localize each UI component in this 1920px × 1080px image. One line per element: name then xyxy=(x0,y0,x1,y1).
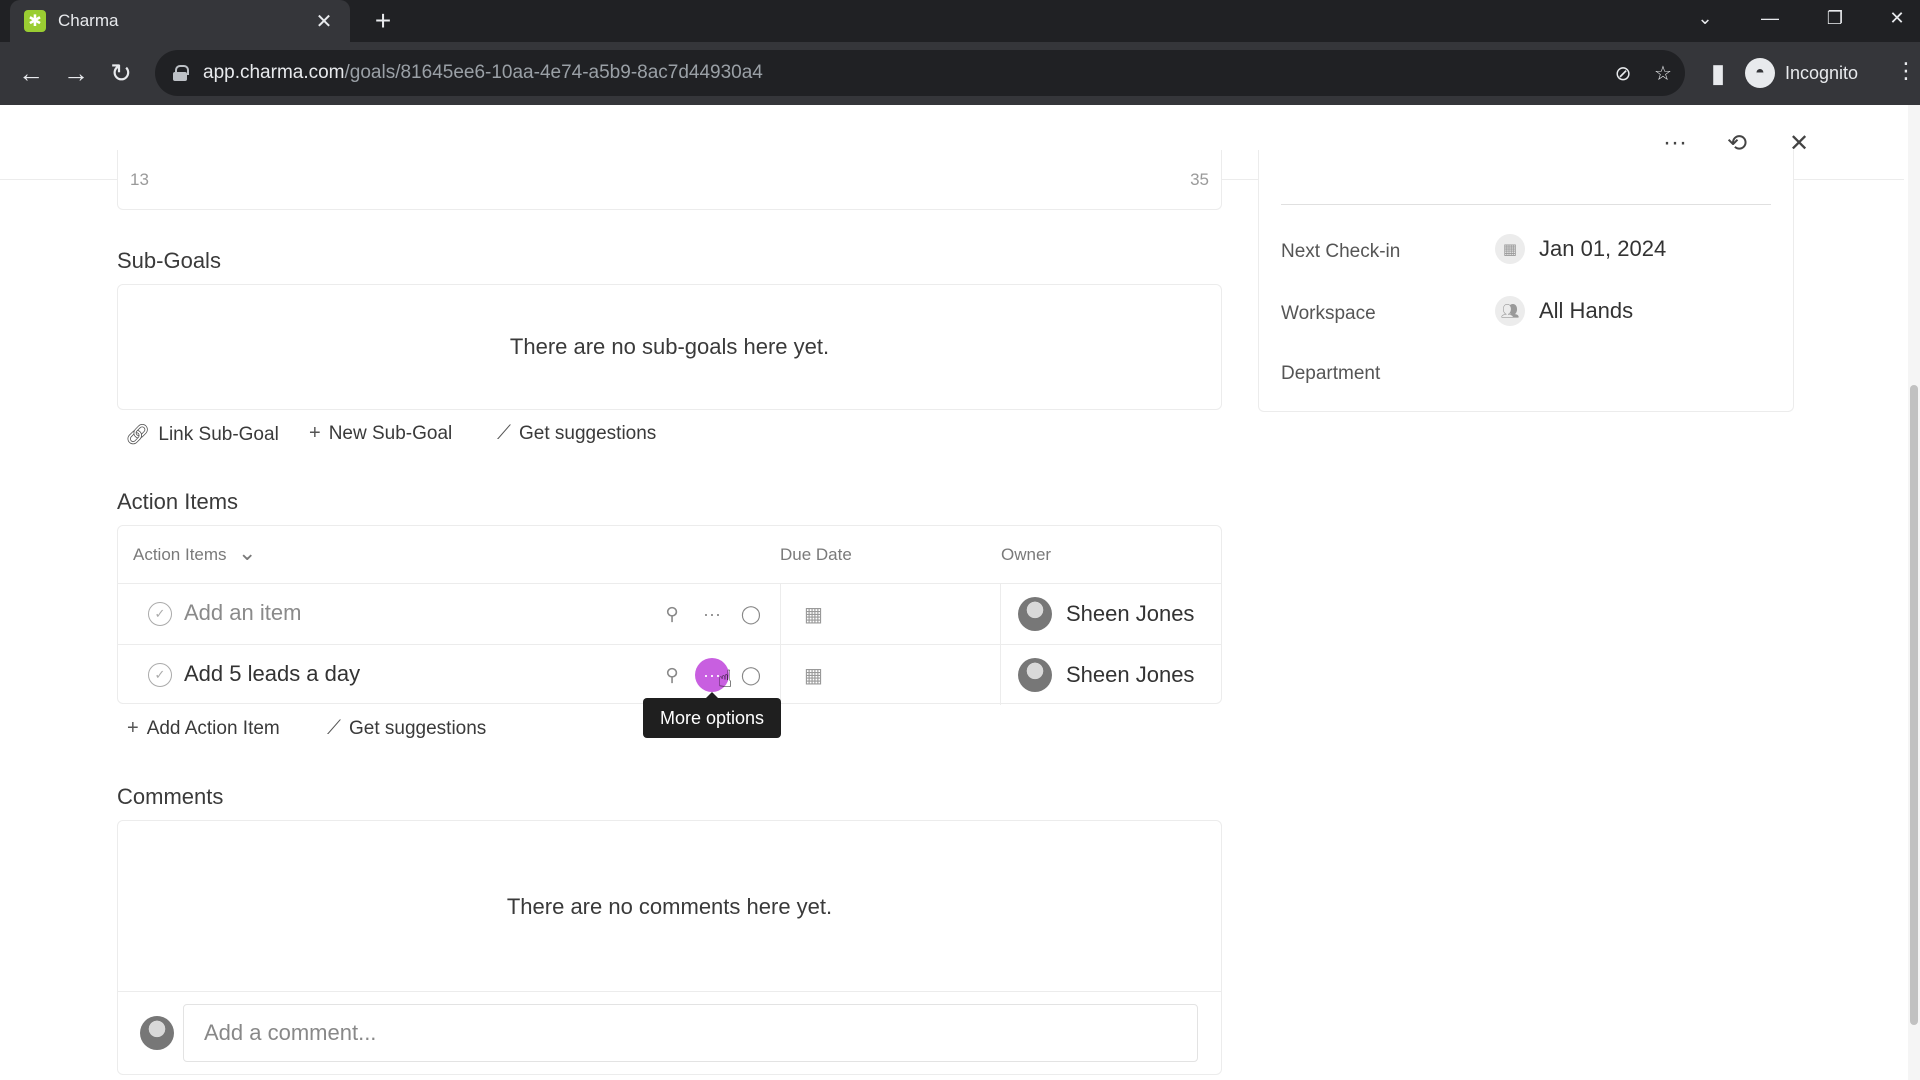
comments-card: There are no comments here yet. xyxy=(117,820,1222,1075)
check-icon[interactable]: ✓ xyxy=(148,602,172,626)
incognito-label: Incognito xyxy=(1785,62,1859,83)
owner-cell[interactable]: Sheen Jones xyxy=(1018,597,1194,631)
comment-input[interactable] xyxy=(183,1004,1198,1062)
browser-tab[interactable]: ✱ Charma ✕ xyxy=(10,0,350,42)
sub-goals-card: There are no sub-goals here yet. xyxy=(117,284,1222,410)
magic-wand-icon: ⟋ xyxy=(497,422,511,444)
link-sub-goal-button[interactable]: 🔗︎ Link Sub-Goal xyxy=(125,422,279,447)
url-path: /goals/81645ee6-10aa-4e74-a5b9-8ac7d4493… xyxy=(344,62,763,83)
calendar-icon[interactable]: ▦ xyxy=(804,663,823,688)
pin-icon[interactable]: ⚲ xyxy=(659,662,685,688)
url-host: app.charma.com xyxy=(203,62,345,83)
col-owner: Owner xyxy=(1001,545,1052,564)
new-sub-goal-label: New Sub-Goal xyxy=(328,422,453,444)
goal-details-panel: Next Check-in ▦ Jan 01, 2024 Workspace 👥… xyxy=(1258,150,1794,412)
workspace-value[interactable]: 👥︎ All Hands xyxy=(1495,296,1633,326)
scrollbar-thumb[interactable] xyxy=(1910,385,1918,1025)
owner-name: Sheen Jones xyxy=(1066,601,1195,626)
reload-button[interactable]: ↻ xyxy=(104,56,138,90)
add-action-item-button[interactable]: + Add Action Item xyxy=(127,717,280,740)
browser-toolbar: ← → ↻ app.charma.com/goals/81645ee6-10aa… xyxy=(0,42,1920,105)
link-sub-goal-label: Link Sub-Goal xyxy=(158,423,279,445)
hand-pointer-icon: ☝ xyxy=(718,666,733,693)
side-panel-icon[interactable]: ▮ xyxy=(1701,56,1735,90)
comments-title: Comments xyxy=(117,784,224,809)
action-item-suggestions-label: Get suggestions xyxy=(349,717,487,739)
action-items-table: Action Items ⌄ Due Date Owner ✓ Add an i… xyxy=(117,525,1222,705)
bookmark-star-icon[interactable]: ☆ xyxy=(1650,61,1676,86)
pin-icon[interactable]: ⚲ xyxy=(659,601,685,627)
plus-icon: + xyxy=(127,717,139,739)
comments-empty-text: There are no comments here yet. xyxy=(506,894,833,919)
new-tab-button[interactable]: + xyxy=(368,5,398,36)
avatar xyxy=(1018,658,1052,692)
next-checkin-date: Jan 01, 2024 xyxy=(1539,236,1667,261)
ellipsis-icon[interactable]: ··· xyxy=(699,601,725,627)
browser-menu-icon[interactable]: ⋮ xyxy=(1895,58,1917,84)
tab-search-chevron-icon[interactable]: ⌄ xyxy=(1680,0,1730,36)
back-button[interactable]: ← xyxy=(14,56,48,90)
action-item-row[interactable]: ✓ Add 5 leads a day ⚲ ··· ◯ ▦ Sheen Jone… xyxy=(118,645,1221,705)
people-icon: 👥︎ xyxy=(1495,296,1525,326)
action-item-suggestions-button[interactable]: ⟋ Get suggestions xyxy=(327,717,486,740)
action-item-text[interactable]: Add an item xyxy=(184,600,301,626)
workspace-name: All Hands xyxy=(1539,298,1634,323)
sub-goal-suggestions-label: Get suggestions xyxy=(519,422,657,444)
workspace-label: Workspace xyxy=(1281,303,1376,324)
eye-off-icon[interactable]: ⊘ xyxy=(1610,61,1636,86)
restore-button[interactable]: ❐ xyxy=(1810,0,1860,36)
tab-close-icon[interactable]: ✕ xyxy=(312,9,336,34)
charma-favicon-icon: ✱ xyxy=(24,10,46,32)
action-items-header: Action Items ⌄ Due Date Owner xyxy=(118,526,1221,584)
column-divider xyxy=(780,584,781,644)
address-bar[interactable]: app.charma.com/goals/81645ee6-10aa-4e74-… xyxy=(155,50,1685,96)
magic-wand-icon: ⟋ xyxy=(327,717,341,739)
add-action-item-label: Add Action Item xyxy=(146,717,280,739)
calendar-icon[interactable]: ▦ xyxy=(804,602,823,627)
avatar xyxy=(1018,597,1052,631)
col-due-date: Due Date xyxy=(780,545,852,564)
calendar-icon: ▦ xyxy=(1495,234,1525,264)
sub-goals-empty-text: There are no sub-goals here yet. xyxy=(509,334,830,359)
forward-button[interactable]: → xyxy=(59,56,93,90)
comment-composer xyxy=(118,991,1221,1076)
comment-icon[interactable]: ◯ xyxy=(738,601,764,627)
panel-divider xyxy=(1281,204,1771,205)
tab-title: Charma xyxy=(58,11,119,30)
page-scrollbar[interactable] xyxy=(1908,105,1920,1080)
browser-tab-bar: ✱ Charma ✕ + ⌄ — ❐ ✕ xyxy=(0,0,1920,42)
column-divider xyxy=(1000,645,1001,705)
link-icon: 🔗︎ xyxy=(125,424,151,446)
sub-goals-title: Sub-Goals xyxy=(117,248,221,273)
lock-icon xyxy=(173,65,189,81)
department-label: Department xyxy=(1281,363,1381,384)
incognito-icon: ◓ xyxy=(1745,58,1775,88)
column-divider xyxy=(780,645,781,705)
avatar xyxy=(140,1016,174,1050)
owner-name: Sheen Jones xyxy=(1066,662,1195,687)
comment-icon[interactable]: ◯ xyxy=(738,662,764,688)
minimize-button[interactable]: — xyxy=(1745,0,1795,36)
new-sub-goal-button[interactable]: + New Sub-Goal xyxy=(309,422,452,445)
next-checkin-value[interactable]: ▦ Jan 01, 2024 xyxy=(1495,234,1666,264)
action-item-row[interactable]: ✓ Add an item ⚲ ··· ◯ ▦ Sheen Jones xyxy=(118,584,1221,645)
plus-icon: + xyxy=(309,422,321,444)
progress-card: 13 35 xyxy=(117,150,1222,210)
owner-cell[interactable]: Sheen Jones xyxy=(1018,658,1194,692)
window-close-button[interactable]: ✕ xyxy=(1875,0,1919,36)
incognito-indicator[interactable]: ◓ Incognito xyxy=(1745,54,1858,92)
action-item-text[interactable]: Add 5 leads a day xyxy=(184,661,360,687)
action-items-title: Action Items xyxy=(117,489,239,514)
col-action-items[interactable]: Action Items xyxy=(133,545,227,565)
column-divider xyxy=(1000,584,1001,644)
chevron-down-icon[interactable]: ⌄ xyxy=(238,540,256,566)
progress-start-value: 13 xyxy=(130,170,149,189)
more-options-tooltip: More options xyxy=(643,692,781,738)
sub-goal-suggestions-button[interactable]: ⟋ Get suggestions xyxy=(497,422,656,445)
progress-target-value: 35 xyxy=(1190,170,1209,189)
next-checkin-label: Next Check-in xyxy=(1281,241,1401,262)
check-icon[interactable]: ✓ xyxy=(148,663,172,687)
